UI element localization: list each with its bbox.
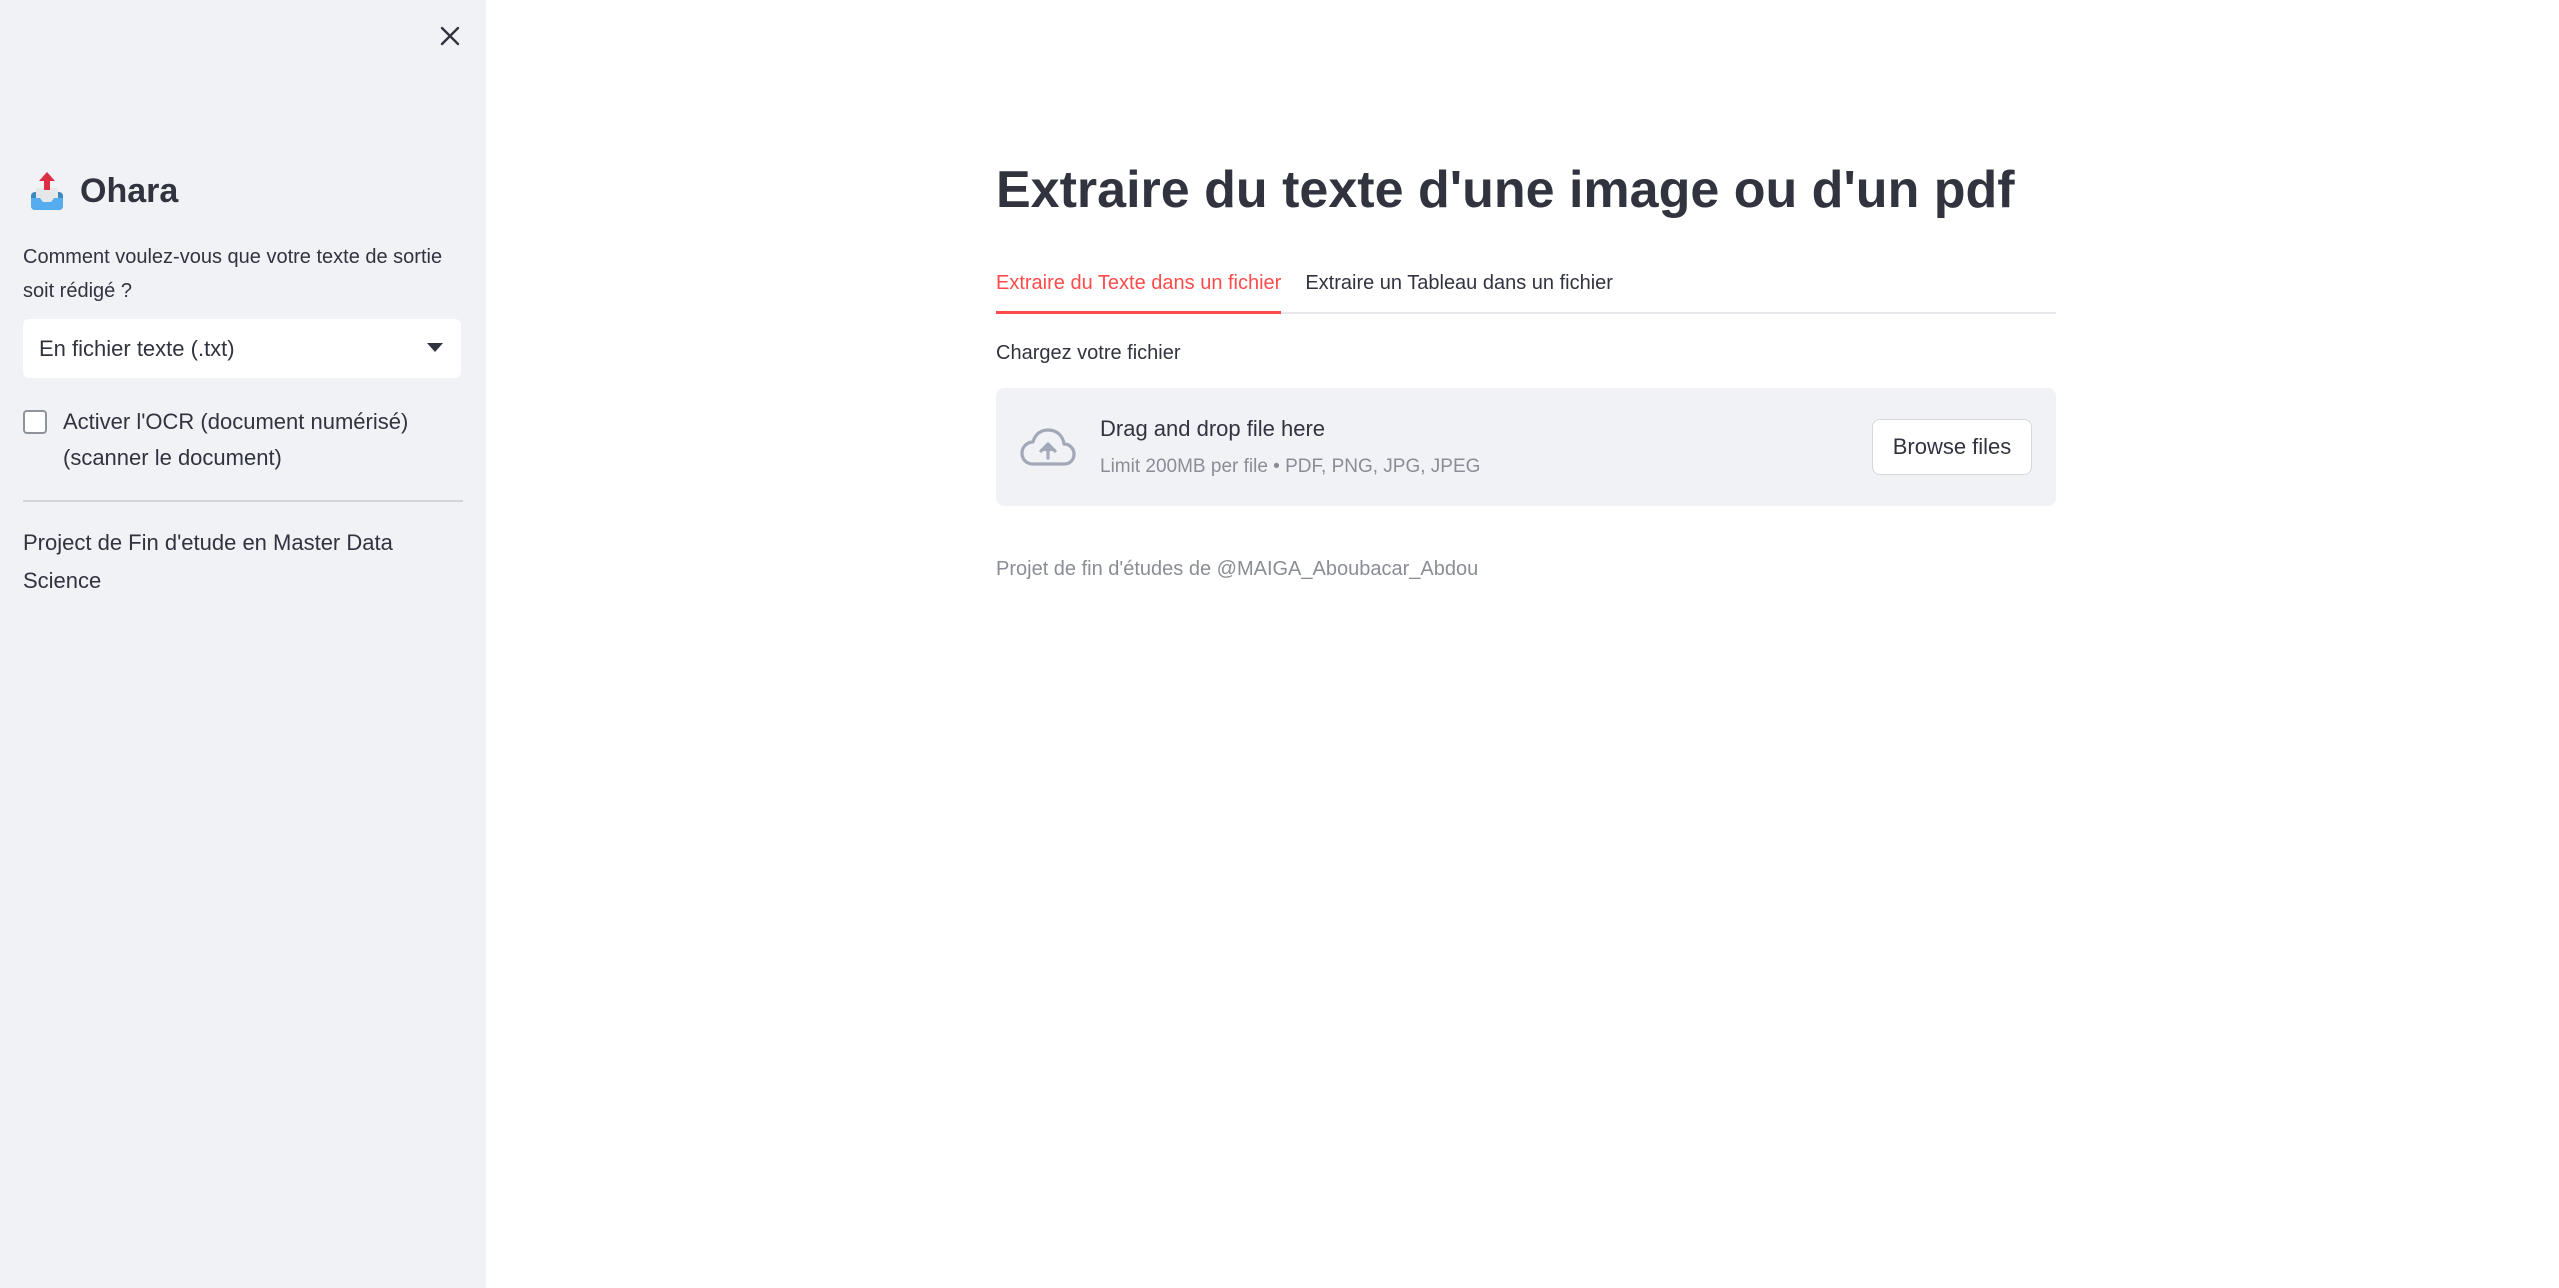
- file-dropzone[interactable]: Drag and drop file here Limit 200MB per …: [996, 388, 2056, 506]
- close-icon[interactable]: [432, 18, 468, 54]
- sidebar-divider: [23, 500, 463, 502]
- output-format-select[interactable]: En fichier texte (.txt): [23, 319, 461, 378]
- ocr-checkbox-row[interactable]: Activer l'OCR (document numérisé) (scann…: [23, 404, 463, 476]
- upload-label: Chargez votre fichier: [996, 342, 1181, 364]
- page-title: Extraire du texte d'une image ou d'un pd…: [996, 161, 2015, 219]
- tab-extract-text[interactable]: Extraire du Texte dans un fichier: [996, 264, 1282, 314]
- browse-files-button[interactable]: Browse files: [1872, 419, 2032, 475]
- chevron-down-icon: [427, 343, 443, 352]
- tab-bar: Extraire du Texte dans un fichier Extrai…: [996, 264, 2056, 314]
- select-value: En fichier texte (.txt): [39, 335, 235, 361]
- credit-text: Projet de fin d'études de @MAIGA_Aboubac…: [996, 558, 1479, 580]
- tab-extract-table[interactable]: Extraire un Tableau dans un fichier: [1305, 264, 1613, 314]
- cloud-upload-icon: [1020, 426, 1076, 468]
- sidebar-brand: Ohara: [28, 170, 178, 212]
- ocr-checkbox[interactable]: [23, 410, 47, 434]
- output-format-label: Comment voulez-vous que votre texte de s…: [23, 246, 443, 302]
- dropzone-title: Drag and drop file here: [1100, 416, 1326, 441]
- ocr-checkbox-label: Activer l'OCR (document numérisé) (scann…: [63, 409, 409, 470]
- brand-name: Ohara: [80, 171, 179, 210]
- sidebar-footer-text: Project de Fin d'etude en Master Data Sc…: [23, 530, 393, 593]
- sidebar: Ohara Comment voulez-vous que votre text…: [0, 0, 486, 1288]
- inbox-tray-icon: [28, 170, 66, 212]
- dropzone-subtitle: Limit 200MB per file • PDF, PNG, JPG, JP…: [1100, 456, 1481, 477]
